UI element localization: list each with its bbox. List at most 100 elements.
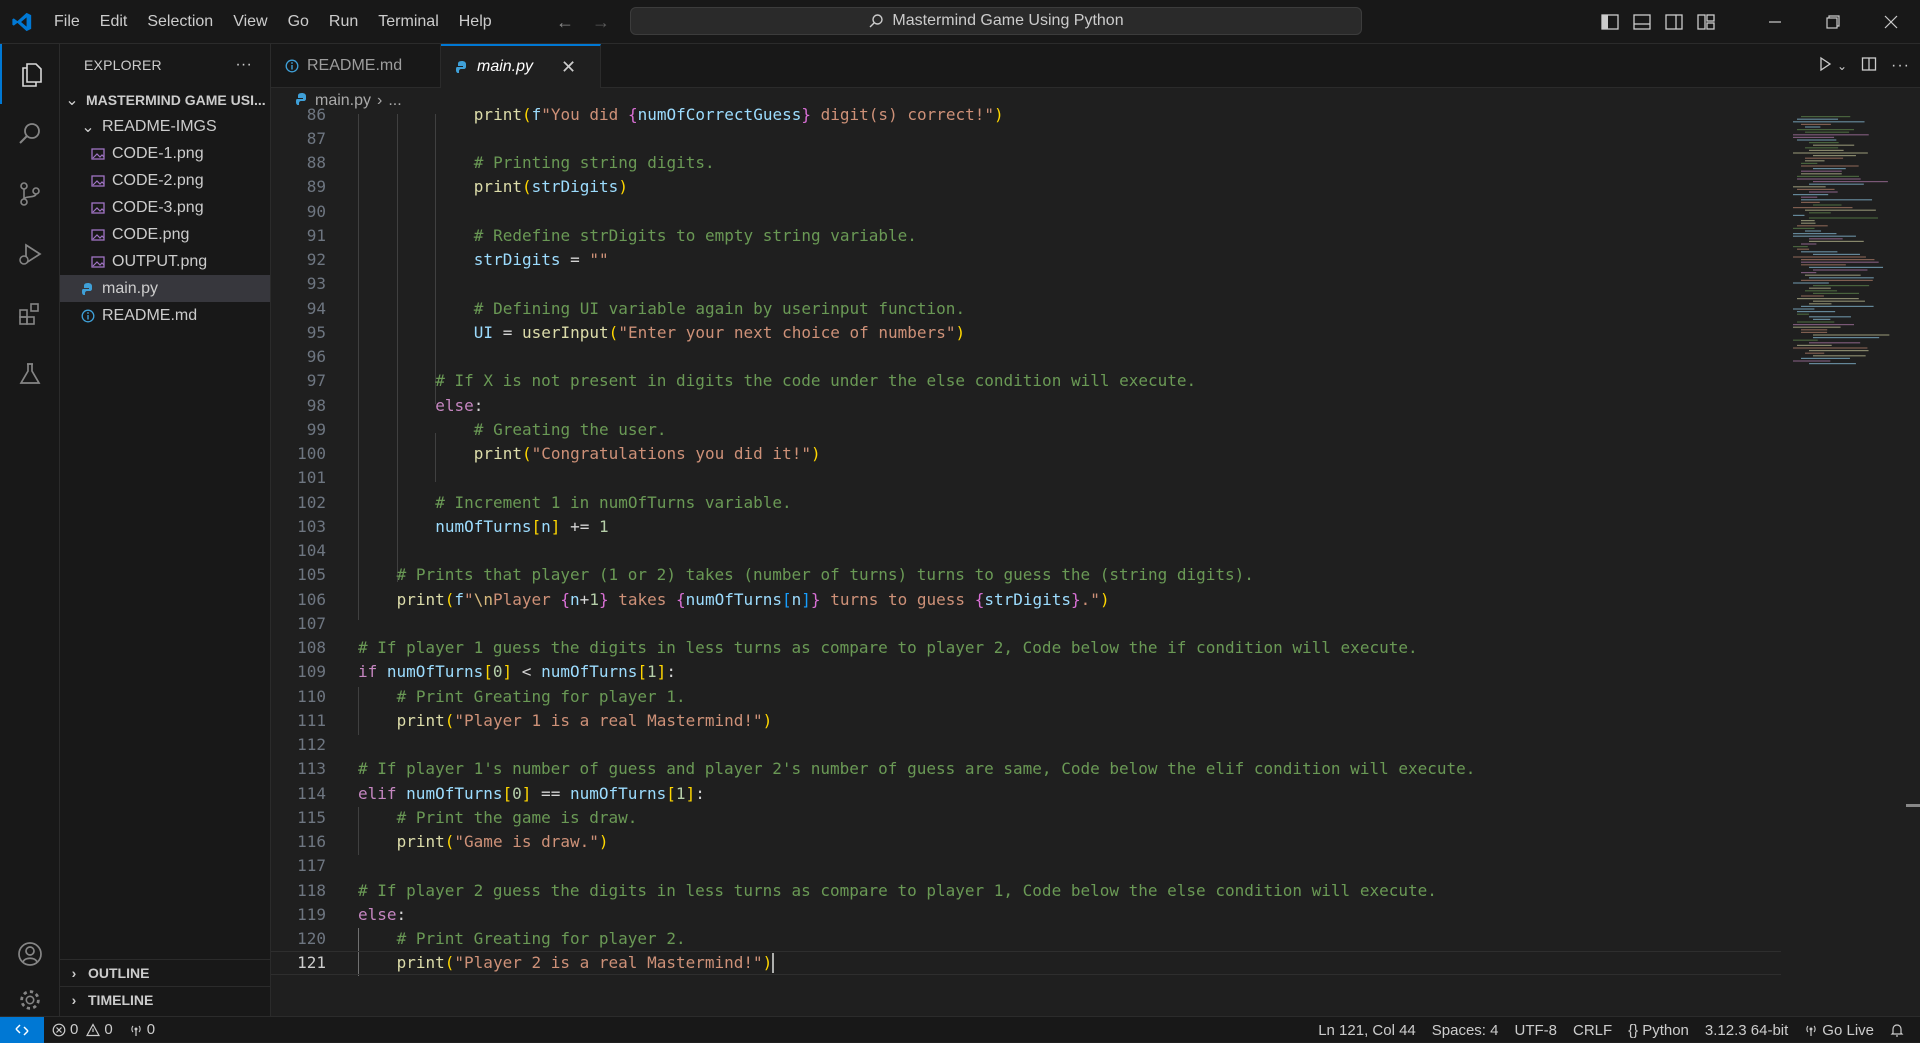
- code-line[interactable]: 95 UI = userInput("Enter your next choice…: [271, 320, 1781, 344]
- code-line[interactable]: 89 print(strDigits): [271, 175, 1781, 199]
- code-line[interactable]: 114 elif numOfTurns[0] == numOfTurns[1]:: [271, 781, 1781, 805]
- menu-edit[interactable]: Edit: [90, 0, 138, 44]
- code-line[interactable]: 93: [271, 272, 1781, 296]
- code-line[interactable]: 113 # If player 1's number of guess and p…: [271, 757, 1781, 781]
- file-item-image[interactable]: CODE-3.png: [60, 194, 270, 221]
- project-folder[interactable]: ⌄ MASTERMIND GAME USI...: [60, 86, 270, 113]
- code-line[interactable]: 97 # If X is not present in digits the co…: [271, 369, 1781, 393]
- back-arrow-icon[interactable]: ←: [556, 12, 574, 33]
- notifications-bell-icon[interactable]: [1882, 1023, 1912, 1037]
- file-item-image[interactable]: CODE-2.png: [60, 167, 270, 194]
- code-line[interactable]: 91 # Redefine strDigits to empty string v…: [271, 223, 1781, 247]
- menu-help[interactable]: Help: [449, 0, 502, 44]
- code-line[interactable]: 117: [271, 854, 1781, 878]
- code-line[interactable]: 120 # Print Greating for player 2.: [271, 927, 1781, 951]
- testing-flask-icon[interactable]: [0, 344, 60, 404]
- accounts-icon[interactable]: [0, 924, 60, 984]
- menu-terminal[interactable]: Terminal: [368, 0, 448, 44]
- close-window-icon[interactable]: [1862, 0, 1920, 44]
- extensions-icon[interactable]: [0, 284, 60, 344]
- menu-go[interactable]: Go: [278, 0, 319, 44]
- problems-indicator[interactable]: 0 0: [44, 1021, 121, 1038]
- menu-file[interactable]: File: [44, 0, 90, 44]
- file-item-image[interactable]: CODE-1.png: [60, 140, 270, 167]
- code-line[interactable]: 101: [271, 466, 1781, 490]
- more-actions-icon[interactable]: ···: [1891, 57, 1910, 75]
- code-line[interactable]: 119 else:: [271, 902, 1781, 926]
- code-line[interactable]: 109 if numOfTurns[0] < numOfTurns[1]:: [271, 660, 1781, 684]
- indentation[interactable]: Spaces: 4: [1424, 1022, 1507, 1039]
- chevron-down-icon[interactable]: ⌄: [1837, 59, 1847, 73]
- search-icon[interactable]: [0, 104, 60, 164]
- code-line[interactable]: 102 # Increment 1 in numOfTurns variable.: [271, 490, 1781, 514]
- code-line[interactable]: 107: [271, 611, 1781, 635]
- run-and-debug-icon[interactable]: [0, 224, 60, 284]
- source-control-icon[interactable]: [0, 164, 60, 224]
- code-token: {: [627, 104, 638, 124]
- code-token: ): [598, 832, 609, 851]
- code-line[interactable]: 86 print(f"You did {numOfCorrectGuess} di…: [271, 102, 1781, 126]
- restore-icon[interactable]: [1804, 0, 1862, 44]
- timeline-section[interactable]: › TIMELINE: [60, 986, 271, 1013]
- tab-readme[interactable]: README.md: [271, 44, 441, 88]
- minimap-line: [1813, 168, 1846, 170]
- status-right: Ln 121, Col 44 Spaces: 4 UTF-8 CRLF {} P…: [1310, 1017, 1912, 1043]
- code-line[interactable]: 100 print("Congratulations you did it!"): [271, 442, 1781, 466]
- code-line[interactable]: 112: [271, 733, 1781, 757]
- code-line[interactable]: 92 strDigits = "": [271, 248, 1781, 272]
- minimap-line: [1809, 238, 1843, 240]
- split-editor-icon[interactable]: [1861, 56, 1877, 77]
- code-line[interactable]: 106 print(f"\nPlayer {n+1} takes {numOfTu…: [271, 587, 1781, 611]
- toggle-primary-sidebar-icon[interactable]: [1594, 0, 1626, 44]
- code-line[interactable]: 94 # Defining UI variable again by userin…: [271, 296, 1781, 320]
- file-item-image[interactable]: OUTPUT.png: [60, 248, 270, 275]
- remote-icon[interactable]: [0, 1016, 44, 1043]
- outline-section[interactable]: › OUTLINE: [60, 959, 271, 986]
- customize-layout-icon[interactable]: [1690, 0, 1722, 44]
- language-mode[interactable]: {} Python: [1620, 1022, 1697, 1039]
- encoding[interactable]: UTF-8: [1506, 1022, 1565, 1039]
- minimap-line: [1809, 363, 1856, 365]
- menu-run[interactable]: Run: [319, 0, 368, 44]
- minimap[interactable]: [1789, 114, 1909, 414]
- code-line[interactable]: 90: [271, 199, 1781, 223]
- cursor-position[interactable]: Ln 121, Col 44: [1310, 1022, 1424, 1039]
- forward-arrow-icon[interactable]: →: [592, 12, 610, 33]
- menu-selection[interactable]: Selection: [137, 0, 223, 44]
- code-line[interactable]: 88 # Printing string digits.: [271, 151, 1781, 175]
- end-of-line[interactable]: CRLF: [1565, 1022, 1620, 1039]
- file-item-readme[interactable]: README.md: [60, 302, 270, 329]
- code-line[interactable]: 98 else:: [271, 393, 1781, 417]
- code-line[interactable]: 116 print("Game is draw."): [271, 830, 1781, 854]
- code-line[interactable]: 118 # If player 2 guess the digits in les…: [271, 878, 1781, 902]
- close-icon[interactable]: ✕: [561, 57, 576, 78]
- tab-main-py[interactable]: main.py ✕: [441, 44, 601, 88]
- code-line[interactable]: 104: [271, 539, 1781, 563]
- minimize-icon[interactable]: [1746, 0, 1804, 44]
- code-line[interactable]: 121 print("Player 2 is a real Mastermind!…: [271, 950, 1781, 975]
- go-live-button[interactable]: Go Live: [1796, 1022, 1882, 1039]
- python-interpreter[interactable]: 3.12.3 64-bit: [1697, 1022, 1796, 1039]
- code-line[interactable]: 99 # Greating the user.: [271, 417, 1781, 441]
- code-line[interactable]: 110 # Print Greating for player 1.: [271, 684, 1781, 708]
- code-line[interactable]: 115 # Print the game is draw.: [271, 805, 1781, 829]
- run-python-file-icon[interactable]: [1817, 56, 1833, 77]
- file-item-image[interactable]: CODE.png: [60, 221, 270, 248]
- manage-gear-icon[interactable]: [0, 984, 60, 1016]
- code-line[interactable]: 105 # Prints that player (1 or 2) takes (…: [271, 563, 1781, 587]
- explorer-icon[interactable]: [0, 44, 62, 104]
- code-line[interactable]: 87: [271, 126, 1781, 150]
- code-line[interactable]: 108 # If player 1 guess the digits in les…: [271, 636, 1781, 660]
- toggle-secondary-sidebar-icon[interactable]: [1658, 0, 1690, 44]
- code-line[interactable]: 103 numOfTurns[n] += 1: [271, 514, 1781, 538]
- file-item-main-py[interactable]: main.py: [60, 275, 270, 302]
- toggle-panel-icon[interactable]: [1626, 0, 1658, 44]
- code-editor[interactable]: 86 print(f"You did {numOfCorrectGuess} di…: [271, 105, 1920, 1016]
- code-line[interactable]: 96: [271, 345, 1781, 369]
- code-line[interactable]: 111 print("Player 1 is a real Mastermind!…: [271, 708, 1781, 732]
- ports-indicator[interactable]: 0: [121, 1021, 163, 1038]
- command-center-search[interactable]: Mastermind Game Using Python: [630, 7, 1362, 35]
- menu-view[interactable]: View: [223, 0, 277, 44]
- folder-readme-imgs[interactable]: ⌄ README-IMGS: [60, 113, 270, 140]
- explorer-more-actions-icon[interactable]: ···: [235, 56, 252, 74]
